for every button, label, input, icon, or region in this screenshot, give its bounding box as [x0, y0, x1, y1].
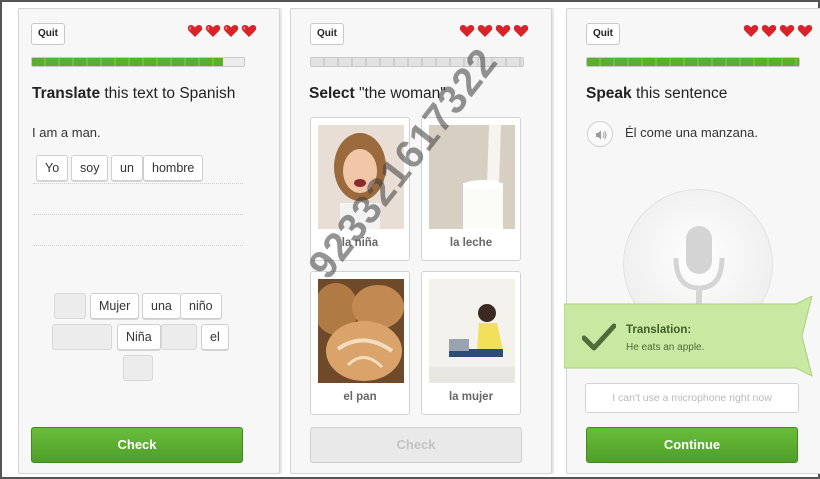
progress-fill [587, 58, 799, 66]
option-card-milk[interactable]: la leche [421, 117, 521, 261]
word-bank-chip[interactable]: una [142, 293, 181, 319]
lesson-progress-bar [31, 57, 245, 67]
heart-icon [241, 24, 257, 37]
used-word-slot [123, 355, 153, 381]
answer-chip[interactable]: Yo [36, 155, 69, 181]
option-card-bread[interactable]: el pan [310, 271, 410, 415]
answer-line [33, 214, 243, 215]
check-button[interactable]: Check [310, 427, 522, 463]
used-word-slot [161, 324, 197, 350]
answer-chip[interactable]: hombre [143, 155, 204, 181]
answer-chip[interactable]: un [111, 155, 143, 181]
heart-icon [513, 24, 529, 37]
banner-title: Translation: [626, 324, 692, 336]
bread-photo-icon [318, 279, 404, 383]
instruction: Select "the woman" [309, 85, 446, 102]
heart-icon [779, 24, 795, 37]
girl-photo-icon [318, 125, 404, 229]
quit-button[interactable]: Quit [31, 23, 65, 45]
option-label: la mujer [448, 391, 494, 403]
select-panel: Quit Select "the woman" la niña la leche… [290, 8, 552, 474]
source-sentence: I am a man. [32, 125, 101, 140]
progress-fill [311, 58, 523, 66]
answer-line [33, 245, 243, 246]
heart-icon [495, 24, 511, 37]
hearts [743, 23, 813, 39]
option-label: la leche [449, 237, 493, 249]
quit-button[interactable]: Quit [586, 23, 620, 45]
lesson-progress-bar [310, 57, 524, 67]
option-label: el pan [343, 391, 377, 403]
heart-icon [205, 24, 221, 37]
target-sentence: Él come una manzana. [625, 125, 758, 140]
heart-icon [459, 24, 475, 37]
speak-panel: Quit Speak this sentence Él come una man… [566, 8, 820, 474]
hearts [187, 23, 257, 39]
answer-line [33, 183, 243, 184]
instruction: Translate this text to Spanish [32, 85, 236, 102]
check-button[interactable]: Check [31, 427, 243, 463]
heart-icon [477, 24, 493, 37]
heart-icon [223, 24, 239, 37]
hearts [459, 23, 529, 39]
heart-icon [743, 24, 759, 37]
banner-translation: He eats an apple. [626, 342, 705, 353]
word-bank-chip[interactable]: niño [180, 293, 222, 319]
option-label: la niña [341, 237, 379, 249]
progress-fill [32, 58, 223, 66]
lesson-progress-bar [586, 57, 800, 67]
answer-chip[interactable]: soy [71, 155, 109, 181]
quit-button[interactable]: Quit [310, 23, 344, 45]
heart-icon [187, 24, 203, 37]
woman-photo-icon [429, 279, 515, 383]
speaker-icon [596, 130, 607, 140]
checkmark-icon [582, 323, 616, 351]
continue-button[interactable]: Continue [586, 427, 798, 463]
translate-panel: Quit Translate this text to Spanish I am… [18, 8, 280, 474]
option-card-girl[interactable]: la niña [310, 117, 410, 261]
used-word-slot [52, 324, 112, 350]
translation-banner: Translation: He eats an apple. [564, 296, 814, 382]
milk-photo-icon [429, 125, 515, 229]
word-bank-chip[interactable]: Mujer [90, 293, 140, 319]
speaker-button[interactable] [587, 121, 613, 147]
option-card-woman[interactable]: la mujer [421, 271, 521, 415]
word-bank-chip[interactable]: el [201, 324, 229, 350]
heart-icon [797, 24, 813, 37]
no-microphone-button[interactable]: I can't use a microphone right now [585, 383, 799, 413]
word-bank-chip[interactable]: Niña [117, 324, 161, 350]
heart-icon [761, 24, 777, 37]
instruction: Speak this sentence [586, 85, 728, 102]
used-word-slot [54, 293, 86, 319]
